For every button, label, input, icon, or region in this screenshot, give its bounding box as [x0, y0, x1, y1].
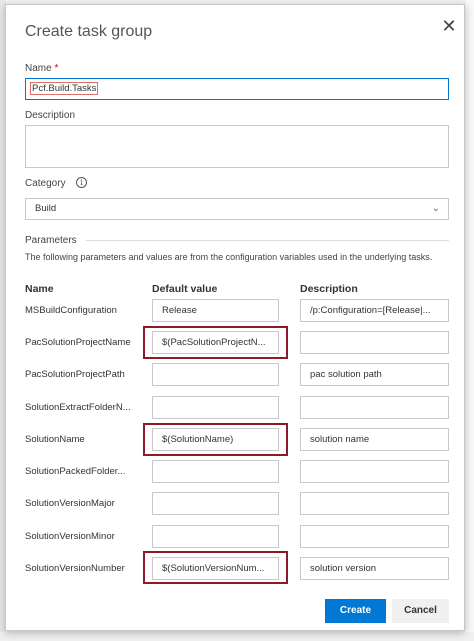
param-default-value-input[interactable]: [152, 525, 279, 548]
param-default-value-input[interactable]: [152, 363, 279, 386]
category-label: Category: [25, 178, 66, 189]
param-default-value-input[interactable]: $(SolutionName): [152, 428, 279, 451]
param-description-input[interactable]: solution version: [300, 557, 449, 580]
param-name: SolutionVersionMajor: [25, 498, 115, 509]
param-name: MSBuildConfiguration: [25, 305, 117, 316]
background-page-right: [466, 0, 474, 641]
name-label: Name *: [25, 63, 59, 74]
param-name: SolutionVersionNumber: [25, 563, 125, 574]
param-description-input[interactable]: [300, 492, 449, 515]
param-default-value-input[interactable]: [152, 396, 279, 419]
category-select[interactable]: Build ⌄: [25, 198, 449, 220]
close-icon[interactable]: ✕: [439, 16, 459, 36]
create-button[interactable]: Create: [325, 599, 386, 623]
param-description-input[interactable]: [300, 331, 449, 354]
name-input-value: Pcf.Build.Tasks: [30, 82, 99, 95]
name-input[interactable]: Pcf.Build.Tasks: [25, 78, 449, 100]
description-label: Description: [25, 110, 76, 121]
param-description-input[interactable]: pac solution path: [300, 363, 449, 386]
param-default-value-input[interactable]: Release: [152, 299, 279, 322]
param-default-value-input[interactable]: [152, 460, 279, 483]
param-name: PacSolutionProjectPath: [25, 369, 125, 380]
param-name: SolutionName: [25, 434, 85, 445]
param-default-value-input[interactable]: $(PacSolutionProjectN...: [152, 331, 279, 354]
param-name: SolutionExtractFolderN...: [25, 402, 131, 413]
column-header-description: Description: [300, 283, 358, 295]
param-description-input[interactable]: [300, 525, 449, 548]
section-divider: [86, 240, 449, 241]
column-header-default-value: Default value: [152, 283, 218, 295]
param-description-input[interactable]: /p:Configuration=[Release|...: [300, 299, 449, 322]
param-name: SolutionPackedFolder...: [25, 466, 126, 477]
param-name: PacSolutionProjectName: [25, 337, 131, 348]
parameters-description: The following parameters and values are …: [25, 252, 433, 262]
parameters-title: Parameters: [25, 235, 77, 246]
description-input[interactable]: [25, 125, 449, 168]
param-default-value-input[interactable]: $(SolutionVersionNum...: [152, 557, 279, 580]
param-name: SolutionVersionMinor: [25, 531, 115, 542]
cancel-button[interactable]: Cancel: [392, 599, 449, 623]
param-description-input[interactable]: [300, 460, 449, 483]
create-task-group-dialog: Create task group ✕ Name * Pcf.Build.Tas…: [5, 4, 465, 631]
param-description-input[interactable]: [300, 396, 449, 419]
category-value: Build: [35, 203, 57, 214]
chevron-down-icon: ⌄: [431, 203, 440, 214]
column-header-name: Name: [25, 283, 54, 295]
param-default-value-input[interactable]: [152, 492, 279, 515]
dialog-title: Create task group: [25, 23, 153, 40]
param-description-input[interactable]: solution name: [300, 428, 449, 451]
background-page-bottom: [0, 632, 474, 641]
info-icon[interactable]: i: [76, 177, 87, 188]
